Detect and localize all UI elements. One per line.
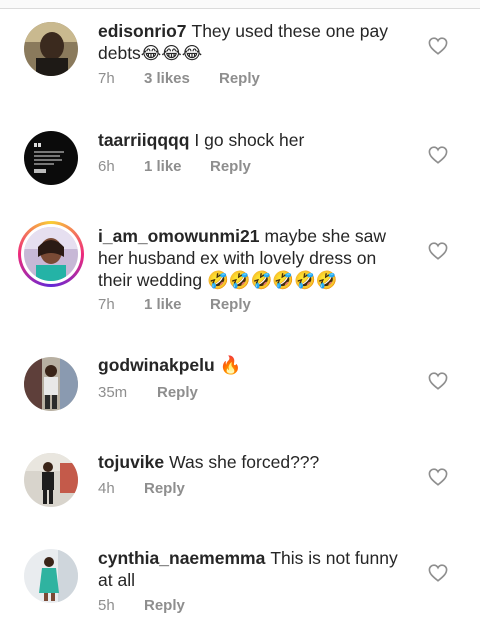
heart-outline-icon[interactable] <box>428 37 448 55</box>
comment-time: 6h <box>98 158 115 175</box>
comment-username[interactable]: edisonrio7 <box>98 21 187 41</box>
heart-outline-icon[interactable] <box>428 372 448 390</box>
comment-time: 7h <box>98 296 115 313</box>
comment-text-block: cynthia_naememma This is not funny at all <box>98 547 408 591</box>
avatar[interactable] <box>24 357 78 411</box>
reply-button[interactable]: Reply <box>210 158 251 175</box>
avatar[interactable] <box>24 549 78 603</box>
reply-button[interactable]: Reply <box>210 296 251 313</box>
reply-button[interactable]: Reply <box>144 597 185 614</box>
comment-likes[interactable]: 1 like <box>144 296 210 313</box>
reply-button[interactable]: Reply <box>144 480 185 497</box>
reply-button[interactable]: Reply <box>219 70 260 87</box>
comment-likes[interactable]: 3 likes <box>144 70 219 87</box>
avatar[interactable] <box>24 227 78 281</box>
comment-username[interactable]: taarriiqqqq <box>98 130 189 150</box>
comment-text: I go shock her <box>194 130 305 150</box>
comment-text-block: i_am_omowunmi21 maybe she saw her husband… <box>98 225 408 291</box>
comment-meta: 35m Reply <box>98 384 198 401</box>
comment-meta: 7h 3 likes Reply <box>98 70 260 87</box>
comment-time: 35m <box>98 384 128 401</box>
comment-meta: 7h 1 like Reply <box>98 296 251 313</box>
comment-text-block: tojuvike Was she forced??? <box>98 451 408 473</box>
comment-username[interactable]: godwinakpelu <box>98 355 215 375</box>
heart-outline-icon[interactable] <box>428 242 448 260</box>
top-divider <box>0 0 480 9</box>
comment-text: Was she forced??? <box>169 452 320 472</box>
comment-meta: 6h 1 like Reply <box>98 158 251 175</box>
story-ring[interactable] <box>18 221 84 287</box>
comment-text-block: godwinakpelu 🔥 <box>98 354 408 376</box>
comment-meta: 5h Reply <box>98 597 185 614</box>
comment-likes[interactable]: 1 like <box>144 158 210 175</box>
comment-text-block: edisonrio7 They used these one pay debts😂… <box>98 20 408 64</box>
comment-meta: 4h Reply <box>98 480 185 497</box>
comment-time: 5h <box>98 597 115 614</box>
comment-time: 4h <box>98 480 115 497</box>
reply-button[interactable]: Reply <box>157 384 198 401</box>
avatar[interactable] <box>24 22 78 76</box>
comment-username[interactable]: tojuvike <box>98 452 164 472</box>
comment-username[interactable]: cynthia_naememma <box>98 548 265 568</box>
comment-time: 7h <box>98 70 115 87</box>
avatar[interactable] <box>24 131 78 185</box>
heart-outline-icon[interactable] <box>428 468 448 486</box>
comment-text-block: taarriiqqqq I go shock her <box>98 129 408 151</box>
avatar[interactable] <box>24 453 78 507</box>
comment-text: 🔥 <box>219 355 242 375</box>
heart-outline-icon[interactable] <box>428 146 448 164</box>
heart-outline-icon[interactable] <box>428 564 448 582</box>
comment-username[interactable]: i_am_omowunmi21 <box>98 226 259 246</box>
